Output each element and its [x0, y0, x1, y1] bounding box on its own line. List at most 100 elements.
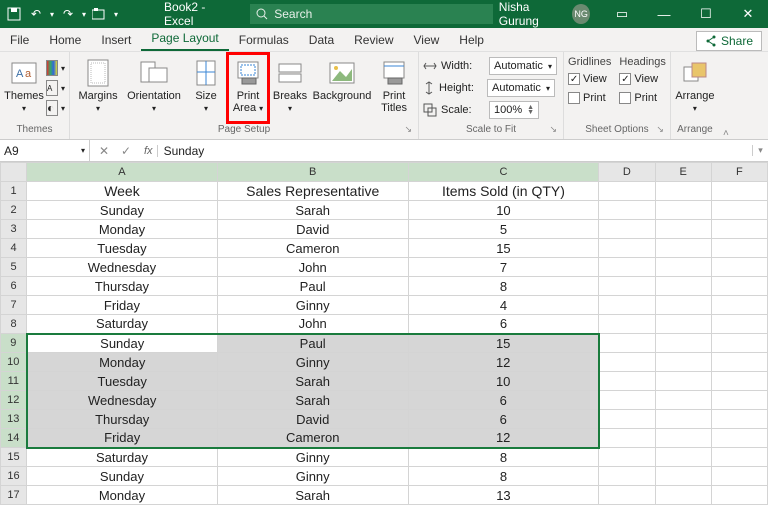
cell-E8[interactable]	[655, 315, 711, 334]
spin-buttons[interactable]: ▲▼	[527, 105, 534, 115]
row-header-1[interactable]: 1	[1, 182, 27, 201]
redo-button[interactable]: ↷	[60, 6, 76, 22]
gridlines-view-checkbox[interactable]: ✓View	[568, 71, 611, 87]
headings-print-checkbox[interactable]: Print	[619, 90, 665, 106]
size-button[interactable]: Size▾	[186, 54, 226, 122]
cell-D12[interactable]	[599, 391, 655, 410]
background-button[interactable]: Background	[312, 54, 372, 122]
cell-E9[interactable]	[655, 334, 711, 353]
undo-menu[interactable]: ▾	[50, 10, 54, 19]
print-titles-button[interactable]: PrintTitles	[374, 54, 414, 122]
cell-A8[interactable]: Saturday	[27, 315, 218, 334]
cell-E14[interactable]	[655, 429, 711, 448]
cell-B6[interactable]: Paul	[217, 277, 408, 296]
sheet-options-launcher[interactable]: ↘	[656, 124, 664, 135]
tab-home[interactable]: Home	[39, 29, 91, 51]
cell-F14[interactable]	[711, 429, 767, 448]
cell-D8[interactable]	[599, 315, 655, 334]
cell-A11[interactable]: Tuesday	[27, 372, 218, 391]
search-box[interactable]: Search	[250, 4, 493, 24]
cell-B14[interactable]: Cameron	[217, 429, 408, 448]
cell-B8[interactable]: John	[217, 315, 408, 334]
cell-C15[interactable]: 8	[408, 448, 599, 467]
cell-A9[interactable]: Sunday	[27, 334, 218, 353]
minimize-button[interactable]: —	[644, 0, 684, 28]
cell-D16[interactable]	[599, 467, 655, 486]
tab-review[interactable]: Review	[344, 29, 403, 51]
cell-D7[interactable]	[599, 296, 655, 315]
row-header-16[interactable]: 16	[1, 467, 27, 486]
cell-C12[interactable]: 6	[408, 391, 599, 410]
column-header-D[interactable]: D	[599, 163, 655, 182]
scale-spinner[interactable]: 100%▲▼	[489, 101, 539, 119]
expand-formula-bar[interactable]: ▾	[752, 145, 768, 156]
cell-E15[interactable]	[655, 448, 711, 467]
cell-B9[interactable]: Paul	[217, 334, 408, 353]
cell-E3[interactable]	[655, 220, 711, 239]
account-area[interactable]: Nisha Gurung NG	[493, 0, 596, 28]
cell-E11[interactable]	[655, 372, 711, 391]
cell-B2[interactable]: Sarah	[217, 201, 408, 220]
cell-F8[interactable]	[711, 315, 767, 334]
height-select[interactable]: Automatic▾	[487, 79, 555, 97]
row-header-5[interactable]: 5	[1, 258, 27, 277]
column-header-F[interactable]: F	[711, 163, 767, 182]
themes-button[interactable]: Aa Themes▾	[4, 54, 44, 122]
cell-D3[interactable]	[599, 220, 655, 239]
row-header-7[interactable]: 7	[1, 296, 27, 315]
cell-E2[interactable]	[655, 201, 711, 220]
cell-A7[interactable]: Friday	[27, 296, 218, 315]
page-setup-launcher[interactable]: ↘	[404, 124, 412, 135]
cell-E6[interactable]	[655, 277, 711, 296]
cell-B5[interactable]: John	[217, 258, 408, 277]
row-header-3[interactable]: 3	[1, 220, 27, 239]
cell-F6[interactable]	[711, 277, 767, 296]
cell-C11[interactable]: 10	[408, 372, 599, 391]
close-button[interactable]: ✕	[728, 0, 768, 28]
cell-B15[interactable]: Ginny	[217, 448, 408, 467]
row-header-14[interactable]: 14	[1, 429, 27, 448]
cell-E13[interactable]	[655, 410, 711, 429]
tab-formulas[interactable]: Formulas	[229, 29, 299, 51]
cell-F3[interactable]	[711, 220, 767, 239]
cell-D1[interactable]	[599, 182, 655, 201]
orientation-button[interactable]: Orientation▾	[124, 54, 184, 122]
cell-D6[interactable]	[599, 277, 655, 296]
enter-formula-button[interactable]: ✓	[118, 144, 134, 158]
row-header-11[interactable]: 11	[1, 372, 27, 391]
cell-A5[interactable]: Wednesday	[27, 258, 218, 277]
cell-C5[interactable]: 7	[408, 258, 599, 277]
cell-C8[interactable]: 6	[408, 315, 599, 334]
cell-C9[interactable]: 15	[408, 334, 599, 353]
cell-C2[interactable]: 10	[408, 201, 599, 220]
cell-B11[interactable]: Sarah	[217, 372, 408, 391]
cell-A2[interactable]: Sunday	[27, 201, 218, 220]
cell-C4[interactable]: 15	[408, 239, 599, 258]
row-header-10[interactable]: 10	[1, 353, 27, 372]
cell-D2[interactable]	[599, 201, 655, 220]
tab-help[interactable]: Help	[449, 29, 494, 51]
cell-E10[interactable]	[655, 353, 711, 372]
cell-C14[interactable]: 12	[408, 429, 599, 448]
row-header-6[interactable]: 6	[1, 277, 27, 296]
cell-B16[interactable]: Ginny	[217, 467, 408, 486]
cell-B17[interactable]: Sarah	[217, 486, 408, 505]
headings-view-checkbox[interactable]: ✓View	[619, 71, 665, 87]
print-area-button[interactable]: PrintArea ▾	[228, 54, 268, 122]
row-header-8[interactable]: 8	[1, 315, 27, 334]
cell-E1[interactable]	[655, 182, 711, 201]
column-header-C[interactable]: C	[408, 163, 599, 182]
undo-button[interactable]: ↶	[28, 6, 44, 22]
cell-B1[interactable]: Sales Representative	[217, 182, 408, 201]
column-header-A[interactable]: A	[27, 163, 218, 182]
maximize-button[interactable]: ☐	[686, 0, 726, 28]
cell-B7[interactable]: Ginny	[217, 296, 408, 315]
cancel-formula-button[interactable]: ✕	[96, 144, 112, 158]
cell-F11[interactable]	[711, 372, 767, 391]
cell-F5[interactable]	[711, 258, 767, 277]
cell-F15[interactable]	[711, 448, 767, 467]
cell-C13[interactable]: 6	[408, 410, 599, 429]
ribbon-display-options[interactable]: ▭	[602, 0, 642, 28]
cell-F7[interactable]	[711, 296, 767, 315]
row-header-17[interactable]: 17	[1, 486, 27, 505]
